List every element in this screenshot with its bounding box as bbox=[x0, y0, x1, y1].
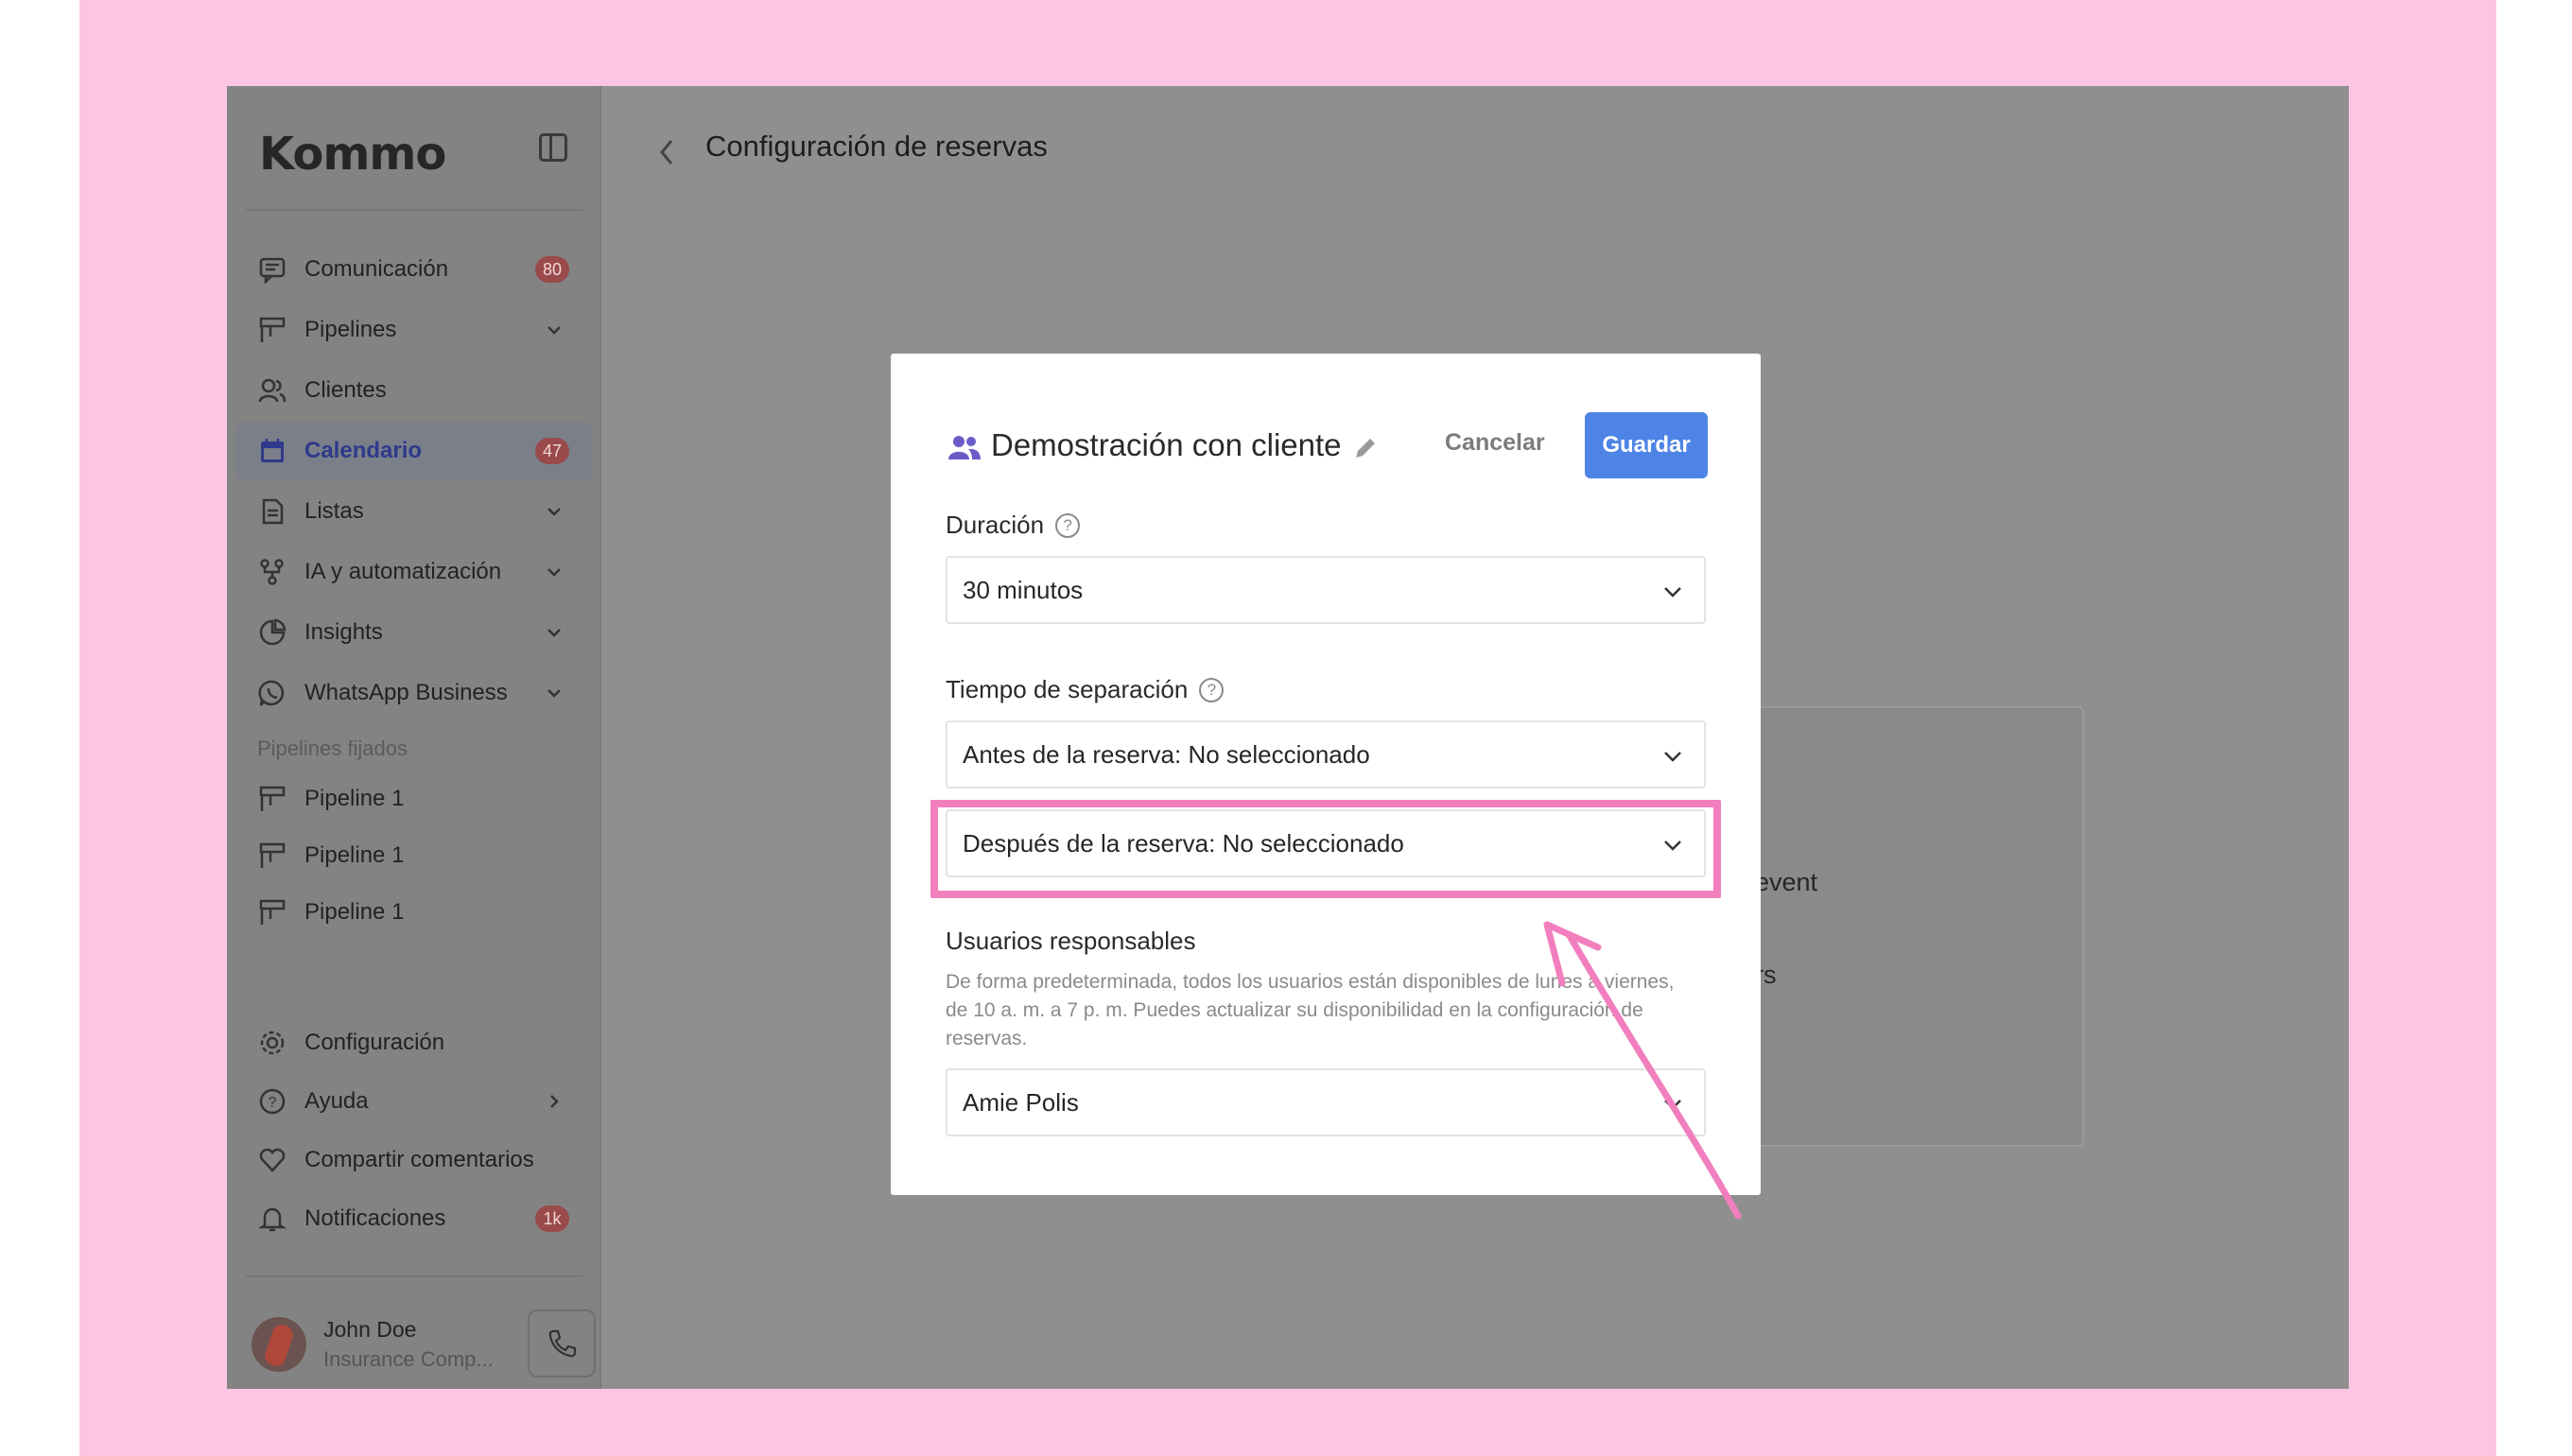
divider bbox=[246, 1275, 582, 1277]
background-card-text: event bbox=[1755, 868, 1818, 896]
phone-button[interactable] bbox=[528, 1309, 596, 1378]
bell-icon bbox=[257, 1204, 287, 1234]
sidebar-item-ia-automatizacion[interactable]: IA y automatización bbox=[236, 544, 592, 600]
automation-icon bbox=[257, 557, 287, 587]
user-name: John Doe bbox=[323, 1317, 417, 1342]
chevron-down-icon[interactable] bbox=[545, 684, 564, 702]
pipeline-icon bbox=[257, 315, 287, 345]
svg-text:?: ? bbox=[269, 1095, 277, 1111]
booking-settings-modal: Demostración con cliente Cancelar Guarda… bbox=[891, 354, 1761, 1195]
sidebar-item-label: Configuración bbox=[304, 1030, 445, 1055]
chevron-down-icon[interactable] bbox=[545, 321, 564, 339]
buffer-after-value: Después de la reserva: No seleccionado bbox=[963, 828, 1404, 858]
pie-chart-icon bbox=[257, 617, 287, 648]
chevron-down-icon bbox=[1664, 841, 1681, 851]
unread-badge: 47 bbox=[534, 438, 569, 464]
sidebar-item-label: Listas bbox=[304, 498, 364, 524]
duration-value: 30 minutos bbox=[963, 575, 1084, 604]
sidebar-item-label: Insights bbox=[304, 619, 383, 645]
sidebar-item-comunicacion[interactable]: Comunicación 80 bbox=[236, 241, 592, 298]
gear-icon bbox=[257, 1028, 287, 1058]
buffer-label-text: Tiempo de separación bbox=[946, 675, 1189, 703]
list-icon bbox=[257, 496, 287, 527]
chevron-down-icon[interactable] bbox=[545, 563, 564, 581]
phone-icon bbox=[548, 1329, 577, 1358]
pinned-item-label: Pipeline 1 bbox=[304, 899, 405, 925]
chevron-down-icon bbox=[1664, 752, 1681, 762]
sidebar-item-label: Comunicación bbox=[304, 256, 449, 282]
chat-icon bbox=[257, 254, 287, 285]
sidebar-item-whatsapp[interactable]: WhatsApp Business bbox=[236, 665, 592, 721]
back-chevron-icon[interactable] bbox=[654, 135, 681, 169]
sidebar-item-label: Pipelines bbox=[304, 317, 397, 342]
users-icon bbox=[257, 375, 287, 406]
chevron-down-icon bbox=[1664, 1100, 1681, 1110]
sidebar-item-insights[interactable]: Insights bbox=[236, 604, 592, 661]
sidebar-item-label: Calendario bbox=[304, 438, 423, 463]
responsible-users-helper: De forma predeterminada, todos los usuar… bbox=[946, 971, 1675, 1049]
buffer-before-value: Antes de la reserva: No seleccionado bbox=[963, 739, 1370, 769]
sidebar-item-feedback[interactable]: Compartir comentarios bbox=[236, 1132, 592, 1188]
pinned-section-label: Pipelines fijados bbox=[257, 737, 408, 760]
heart-icon bbox=[257, 1145, 287, 1175]
sidebar-item-label: Compartir comentarios bbox=[304, 1147, 534, 1172]
calendar-icon bbox=[257, 436, 287, 466]
responsible-user-value: Amie Polis bbox=[963, 1087, 1079, 1117]
chevron-down-icon[interactable] bbox=[545, 623, 564, 642]
help-icon[interactable]: ? bbox=[1199, 677, 1225, 702]
save-button[interactable]: Guardar bbox=[1585, 412, 1708, 478]
user-profile[interactable]: John Doe Insurance Comp... bbox=[246, 1306, 596, 1381]
chevron-right-icon[interactable] bbox=[545, 1092, 564, 1111]
pinned-item-label: Pipeline 1 bbox=[304, 842, 405, 868]
pipeline-icon bbox=[257, 897, 287, 927]
avatar[interactable] bbox=[252, 1317, 306, 1372]
pinned-item-label: Pipeline 1 bbox=[304, 786, 405, 811]
edit-pencil-icon[interactable] bbox=[1352, 435, 1379, 461]
sidebar-item-clientes[interactable]: Clientes bbox=[236, 362, 592, 419]
unread-badge: 80 bbox=[534, 256, 569, 283]
modal-title: Demostración con cliente bbox=[991, 427, 1342, 462]
pinned-pipeline-item[interactable]: Pipeline 1 bbox=[236, 771, 592, 827]
sidebar-item-label: WhatsApp Business bbox=[304, 680, 508, 705]
chevron-down-icon bbox=[1664, 587, 1681, 598]
buffer-before-select[interactable]: Antes de la reserva: No seleccionado bbox=[946, 720, 1706, 789]
chevron-down-icon[interactable] bbox=[545, 502, 564, 521]
sidebar-item-label: Ayuda bbox=[304, 1088, 369, 1114]
cancel-button[interactable]: Cancelar bbox=[1445, 429, 1545, 457]
sidebar-item-configuracion[interactable]: Configuración bbox=[236, 1014, 592, 1071]
pinned-pipeline-item[interactable]: Pipeline 1 bbox=[236, 827, 592, 884]
sidebar-item-listas[interactable]: Listas bbox=[236, 483, 592, 540]
sidebar-item-ayuda[interactable]: ? Ayuda bbox=[236, 1073, 592, 1130]
notification-badge: 1k bbox=[535, 1205, 569, 1232]
pipeline-icon bbox=[257, 841, 287, 871]
buffer-after-select[interactable]: Después de la reserva: No seleccionado bbox=[946, 809, 1706, 877]
divider bbox=[246, 209, 582, 211]
page-title: Configuración de reservas bbox=[705, 130, 1048, 163]
duration-select[interactable]: 30 minutos bbox=[946, 556, 1706, 624]
whatsapp-icon bbox=[257, 678, 287, 708]
sidebar-item-pipelines[interactable]: Pipelines bbox=[236, 302, 592, 358]
user-company: Insurance Comp... bbox=[323, 1347, 494, 1371]
duration-label: Duración ? bbox=[946, 511, 1081, 540]
sidebar-item-label: IA y automatización bbox=[304, 559, 502, 584]
responsible-users-select[interactable]: Amie Polis bbox=[946, 1068, 1706, 1136]
sidebar-item-calendario[interactable]: Calendario 47 bbox=[236, 423, 592, 479]
sidebar-item-label: Clientes bbox=[304, 377, 387, 403]
sidebar-collapse-icon[interactable] bbox=[539, 133, 567, 162]
buffer-label: Tiempo de separación ? bbox=[946, 675, 1225, 704]
pipeline-icon bbox=[257, 784, 287, 814]
kommo-logo: Kommo bbox=[259, 128, 446, 181]
duration-label-text: Duración bbox=[946, 511, 1045, 539]
help-circle-icon: ? bbox=[257, 1086, 287, 1117]
sidebar-item-notificaciones[interactable]: Notificaciones 1k bbox=[236, 1190, 592, 1247]
sidebar-item-label: Notificaciones bbox=[304, 1205, 446, 1231]
pinned-pipeline-item[interactable]: Pipeline 1 bbox=[236, 884, 592, 941]
users-icon bbox=[948, 436, 981, 459]
sidebar: Kommo Comunicación 80 Pipelines Clientes bbox=[227, 86, 601, 1389]
responsible-users-label-text: Usuarios responsables bbox=[946, 927, 1196, 955]
responsible-users-label: Usuarios responsables bbox=[946, 927, 1195, 956]
help-icon[interactable]: ? bbox=[1055, 512, 1081, 538]
